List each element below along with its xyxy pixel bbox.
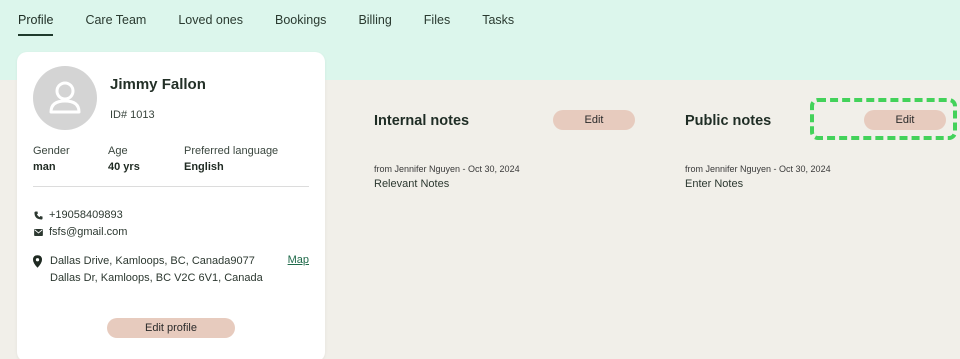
tab-files[interactable]: Files <box>424 0 450 40</box>
address-block: Dallas Drive, Kamloops, BC, Canada9077 D… <box>33 253 263 287</box>
patient-name: Jimmy Fallon <box>110 76 206 93</box>
profile-card: Jimmy Fallon ID# 1013 Gender man Age 40 … <box>17 52 325 359</box>
location-pin-icon <box>33 253 43 287</box>
tab-billing[interactable]: Billing <box>358 0 391 40</box>
internal-notes-edit-button[interactable]: Edit <box>553 110 635 130</box>
gender-value: man <box>33 161 56 173</box>
language-value: English <box>184 161 224 173</box>
avatar-icon <box>33 66 97 130</box>
internal-notes-meta: from Jennifer Nguyen - Oct 30, 2024 <box>374 164 520 174</box>
divider <box>33 186 309 187</box>
gender-label: Gender <box>33 145 70 157</box>
internal-notes-title: Internal notes <box>374 113 470 129</box>
phone-icon <box>33 210 43 220</box>
tab-care-team[interactable]: Care Team <box>85 0 146 40</box>
tab-bar: Profile Care Team Loved ones Bookings Bi… <box>18 0 546 40</box>
tab-profile[interactable]: Profile <box>18 0 54 40</box>
phone-row: +19058409893 <box>33 209 123 221</box>
tab-loved-ones[interactable]: Loved ones <box>178 0 243 40</box>
age-value: 40 yrs <box>108 161 140 173</box>
public-notes-title: Public notes <box>685 113 772 129</box>
phone-number: +19058409893 <box>49 209 123 221</box>
map-link[interactable]: Map <box>288 254 309 266</box>
internal-notes-body: Relevant Notes <box>374 178 450 190</box>
language-label: Preferred language <box>184 145 279 157</box>
public-notes-edit-button[interactable]: Edit <box>864 110 946 130</box>
age-label: Age <box>108 145 128 157</box>
public-notes-meta: from Jennifer Nguyen - Oct 30, 2024 <box>685 164 831 174</box>
email-address: fsfs@gmail.com <box>49 226 128 238</box>
email-row: fsfs@gmail.com <box>33 226 127 238</box>
address-line-2: Dallas Dr, Kamloops, BC V2C 6V1, Canada <box>50 272 263 284</box>
tab-tasks[interactable]: Tasks <box>482 0 514 40</box>
edit-profile-button[interactable]: Edit profile <box>107 318 235 338</box>
public-notes-body: Enter Notes <box>685 178 744 190</box>
email-icon <box>33 228 43 236</box>
address-line-1: Dallas Drive, Kamloops, BC, Canada9077 <box>50 255 255 267</box>
patient-id: ID# 1013 <box>110 109 155 121</box>
tab-bookings[interactable]: Bookings <box>275 0 326 40</box>
